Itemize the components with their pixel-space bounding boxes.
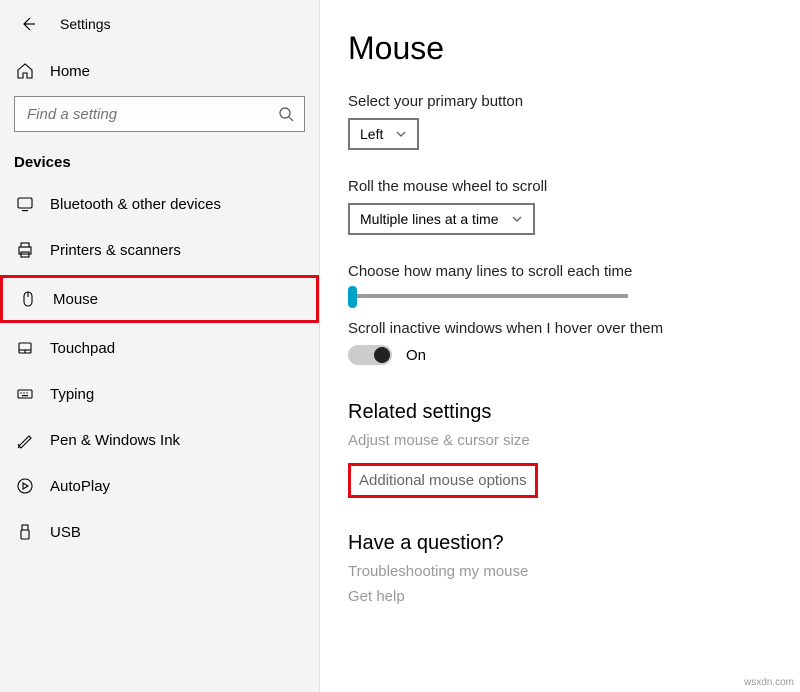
scroll-mode-dropdown[interactable]: Multiple lines at a time <box>348 203 535 235</box>
lines-slider[interactable] <box>348 294 628 298</box>
sidebar-item-usb[interactable]: USB <box>0 511 319 553</box>
sidebar-item-pen[interactable]: Pen & Windows Ink <box>0 419 319 461</box>
scroll-mode-label: Roll the mouse wheel to scroll <box>348 178 772 195</box>
sidebar-item-label: Pen & Windows Ink <box>50 432 180 449</box>
sidebar-item-label: USB <box>50 524 81 541</box>
adjust-cursor-link[interactable]: Adjust mouse & cursor size <box>348 432 772 449</box>
chevron-down-icon <box>511 213 523 225</box>
question-section: Have a question? Troubleshooting my mous… <box>348 532 772 605</box>
chevron-down-icon <box>395 128 407 140</box>
sidebar: Settings Home Devices Bluetooth & other … <box>0 0 320 692</box>
sidebar-item-bluetooth[interactable]: Bluetooth & other devices <box>0 183 319 225</box>
page-title: Mouse <box>348 30 772 67</box>
sidebar-item-autoplay[interactable]: AutoPlay <box>0 465 319 507</box>
sidebar-item-mouse[interactable]: Mouse <box>0 275 319 323</box>
keyboard-icon <box>14 385 36 403</box>
get-help-link[interactable]: Get help <box>348 588 772 605</box>
sidebar-item-printers[interactable]: Printers & scanners <box>0 229 319 271</box>
primary-button-dropdown[interactable]: Left <box>348 118 419 150</box>
inactive-scroll-row: On <box>348 345 772 365</box>
sidebar-item-label: AutoPlay <box>50 478 110 495</box>
lines-label: Choose how many lines to scroll each tim… <box>348 263 772 280</box>
touchpad-icon <box>14 339 36 357</box>
main-content: Mouse Select your primary button Left Ro… <box>320 0 800 692</box>
bluetooth-icon <box>14 195 36 213</box>
additional-mouse-options-link[interactable]: Additional mouse options <box>348 463 538 498</box>
sidebar-item-label: Printers & scanners <box>50 242 181 259</box>
search-box[interactable] <box>14 96 305 132</box>
home-icon <box>14 62 36 80</box>
troubleshoot-link[interactable]: Troubleshooting my mouse <box>348 563 772 580</box>
app-title: Settings <box>60 16 111 32</box>
dropdown-value: Left <box>360 126 383 142</box>
category-header: Devices <box>0 148 319 183</box>
autoplay-icon <box>14 477 36 495</box>
sidebar-item-label: Mouse <box>53 291 98 308</box>
printer-icon <box>14 241 36 259</box>
mouse-icon <box>17 290 39 308</box>
home-link[interactable]: Home <box>0 52 319 90</box>
search-icon <box>278 106 294 122</box>
related-settings-header: Related settings <box>348 401 772 424</box>
dropdown-value: Multiple lines at a time <box>360 211 499 227</box>
inactive-scroll-label: Scroll inactive windows when I hover ove… <box>348 320 772 337</box>
sidebar-item-label: Bluetooth & other devices <box>50 196 221 213</box>
back-arrow-icon <box>19 15 37 33</box>
home-label: Home <box>50 63 90 80</box>
sidebar-item-touchpad[interactable]: Touchpad <box>0 327 319 369</box>
sidebar-item-label: Touchpad <box>50 340 115 357</box>
sidebar-item-typing[interactable]: Typing <box>0 373 319 415</box>
slider-thumb[interactable] <box>348 286 357 308</box>
toggle-state-label: On <box>406 347 426 364</box>
inactive-scroll-toggle[interactable] <box>348 345 392 365</box>
watermark: wsxdn.com <box>744 677 794 688</box>
usb-icon <box>14 523 36 541</box>
primary-button-label: Select your primary button <box>348 93 772 110</box>
pen-icon <box>14 431 36 449</box>
question-header: Have a question? <box>348 532 772 555</box>
header: Settings <box>0 0 319 42</box>
toggle-knob <box>374 347 390 363</box>
sidebar-item-label: Typing <box>50 386 94 403</box>
back-button[interactable] <box>14 10 42 38</box>
search-input[interactable] <box>25 105 278 124</box>
